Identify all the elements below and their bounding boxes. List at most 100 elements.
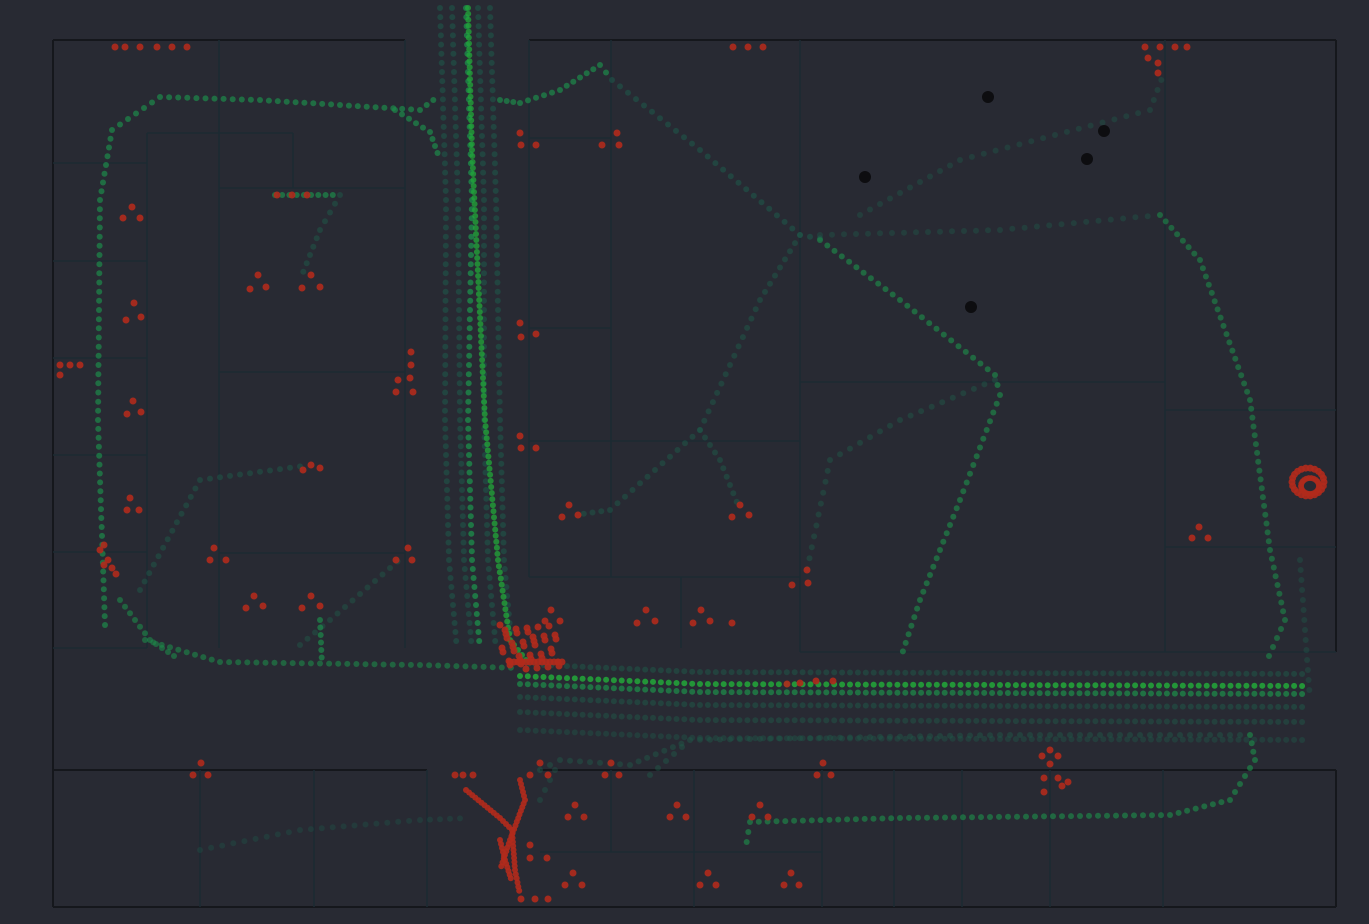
trail-dot	[673, 668, 680, 674]
trail-dot	[579, 729, 586, 736]
trail-dot	[722, 371, 729, 378]
trail-dot	[200, 654, 207, 661]
trail-dot	[925, 702, 932, 709]
trail-dot	[857, 734, 863, 741]
trail-dot	[712, 160, 719, 167]
stop-marker	[598, 141, 606, 149]
trail-dot	[1248, 405, 1255, 412]
trail-dot	[973, 702, 980, 709]
trail-dot	[1084, 670, 1091, 677]
room-trail	[580, 232, 803, 517]
trail-dot	[477, 96, 484, 103]
trail-dot	[1251, 703, 1258, 710]
trail-dot	[897, 297, 903, 303]
trail-dot	[960, 814, 966, 821]
trail-dot	[989, 703, 996, 709]
trail-dot	[626, 731, 633, 738]
trail-dot	[540, 682, 547, 688]
trail-dot	[466, 40, 472, 47]
trail-dot	[1274, 582, 1281, 588]
trail-dot	[1229, 347, 1236, 354]
trail-dot	[1028, 682, 1035, 689]
landmark-marker	[1081, 153, 1093, 165]
trail-dot	[458, 478, 465, 485]
trail-dot	[456, 407, 463, 414]
stop-marker	[273, 191, 281, 199]
trail-dot	[241, 838, 248, 845]
trail-dot	[469, 159, 476, 165]
trail-dot	[501, 566, 508, 572]
trail-dot	[443, 452, 449, 458]
trail-dot	[925, 681, 932, 688]
trail-dot	[1046, 222, 1053, 229]
trail-dot	[838, 253, 845, 260]
trail-dot	[466, 316, 473, 323]
trail-dot	[727, 362, 733, 368]
trail-dot	[705, 408, 712, 415]
stop-marker	[303, 191, 311, 199]
trail-dot	[1075, 125, 1082, 132]
trail-dot	[633, 96, 639, 103]
trail-dot	[970, 385, 977, 392]
stop-marker	[1046, 760, 1054, 768]
trail-dot	[99, 532, 105, 539]
trail-dot	[442, 352, 449, 359]
trail-dot	[480, 178, 487, 185]
trail-dot	[984, 366, 991, 373]
trail-dot	[1267, 736, 1274, 743]
stop-marker	[123, 410, 131, 418]
stop-marker	[569, 869, 577, 877]
trail-dot	[709, 399, 716, 406]
trail-dot	[384, 819, 391, 826]
trail-dot	[1259, 690, 1266, 697]
trail-dot	[743, 186, 750, 193]
trail-dot	[1044, 682, 1051, 689]
stop-marker	[1038, 752, 1046, 760]
trail-dot	[481, 405, 488, 411]
trail-dot	[490, 114, 497, 121]
trail-dot	[1095, 217, 1102, 224]
trail-dot	[853, 231, 859, 237]
trail-dot	[783, 689, 790, 696]
trail-dot	[1124, 718, 1131, 725]
trail-dot	[807, 681, 814, 688]
trail-dot	[1275, 682, 1282, 689]
trail-dot	[149, 99, 155, 106]
floor-plan-heatmap	[0, 0, 1369, 924]
trail-dot	[475, 279, 482, 285]
trail-dot	[782, 818, 789, 825]
trail-dot	[752, 669, 759, 676]
trail-dot	[807, 689, 814, 696]
floor-plan-canvas[interactable]	[0, 0, 1369, 924]
trail-dot	[351, 822, 358, 829]
trail-dot	[1187, 690, 1194, 697]
trail-dot	[933, 669, 940, 676]
trail-dot	[990, 409, 997, 416]
stop-marker	[1195, 523, 1203, 531]
trail-dot	[933, 555, 940, 562]
stop-marker	[459, 771, 467, 779]
trail-dot	[457, 815, 463, 822]
trail-dot	[1276, 590, 1283, 597]
trail-dot	[969, 814, 975, 821]
trail-dot	[1227, 718, 1234, 725]
trail-dot	[817, 500, 824, 507]
trail-dot	[1023, 813, 1029, 820]
trail-dot	[644, 754, 651, 761]
trail-dot	[540, 728, 547, 734]
trail-dot	[1299, 587, 1306, 593]
trail-dot	[1044, 670, 1051, 677]
trail-dot	[1227, 732, 1233, 738]
trail-dot	[219, 842, 226, 849]
trail-dot	[465, 28, 472, 35]
trail-dot	[911, 614, 918, 621]
trail-dot	[441, 151, 448, 158]
trail-dot	[580, 510, 587, 517]
stop-marker	[1171, 43, 1179, 51]
trail-dot	[618, 685, 625, 692]
trail-dot	[1174, 231, 1181, 238]
trail-dot	[847, 702, 853, 709]
trail-dot	[532, 681, 539, 688]
trail-dot	[1291, 703, 1298, 710]
trail-dot	[481, 279, 487, 286]
